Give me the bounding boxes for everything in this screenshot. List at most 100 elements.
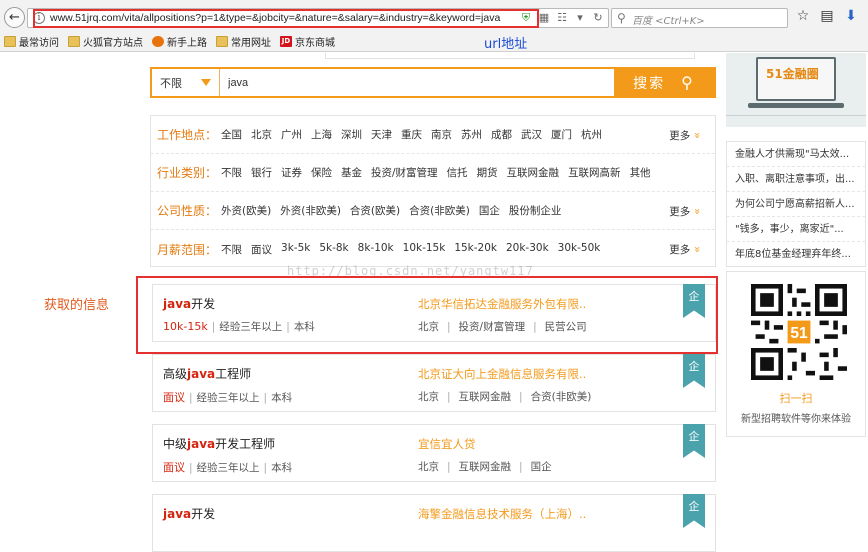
- reload-icon[interactable]: ↻: [592, 12, 604, 24]
- job-card[interactable]: 高级java工程师 面议 | 经验三年以上 | 本科 北京证大向上金融信息服务有限.. 北京 |…: [152, 354, 716, 412]
- filter-option[interactable]: 10k-15k: [403, 242, 446, 257]
- job-search-bar: 不限 搜索 ⚲: [150, 67, 716, 98]
- site-info-icon[interactable]: i: [33, 12, 45, 24]
- filter-option[interactable]: 面议: [251, 242, 272, 257]
- company-name[interactable]: 宜信宜人贷: [418, 436, 476, 452]
- download-icon[interactable]: ⬇: [844, 8, 858, 24]
- sidebar-ad[interactable]: 51金融圈: [726, 53, 866, 127]
- company-name[interactable]: 北京华信拓达金融服务外包有限..: [418, 296, 586, 312]
- filter-option[interactable]: 20k-30k: [506, 242, 549, 257]
- reader-view-icon[interactable]: ☷: [556, 12, 568, 24]
- filter-option[interactable]: 8k-10k: [358, 242, 394, 257]
- filter-option[interactable]: 厦门: [551, 127, 572, 142]
- search-type-select[interactable]: 不限: [152, 69, 220, 96]
- separator: |: [189, 462, 193, 474]
- filter-option[interactable]: 不限: [221, 165, 242, 180]
- back-button[interactable]: ←: [4, 7, 25, 28]
- dropdown-icon[interactable]: ▾: [574, 12, 586, 24]
- bookmark-star-icon[interactable]: ☆: [796, 8, 810, 24]
- folder-icon: [4, 36, 16, 47]
- filter-option[interactable]: 其他: [630, 165, 651, 180]
- bookmark-jd[interactable]: JD 京东商城: [280, 34, 335, 49]
- shield-icon[interactable]: ⛨: [520, 12, 532, 24]
- filter-option[interactable]: 投资/财富管理: [371, 165, 438, 180]
- job-card[interactable]: java开发 海擎金融信息技术服务（上海）.. 企: [152, 494, 716, 552]
- filter-option[interactable]: 南京: [431, 127, 452, 142]
- filter-option[interactable]: 杭州: [581, 127, 602, 142]
- job-card[interactable]: 中级java开发工程师 面议 | 经验三年以上 | 本科 宜信宜人贷 北京 | 互联网金融 | 国企企: [152, 424, 716, 482]
- salary: 面议: [163, 391, 185, 404]
- job-title[interactable]: 中级java开发工程师: [163, 435, 275, 452]
- company-name[interactable]: 北京证大向上金融信息服务有限..: [418, 366, 586, 382]
- filter-option[interactable]: 30k-50k: [558, 242, 601, 257]
- filter-option[interactable]: 上海: [311, 127, 332, 142]
- keyword-input[interactable]: [220, 69, 614, 96]
- filter-option[interactable]: 保险: [311, 165, 332, 180]
- filter-option[interactable]: 深圳: [341, 127, 362, 142]
- clipboard-icon[interactable]: ▤: [820, 8, 834, 24]
- news-item[interactable]: "钱多，事少，离家近"...: [727, 217, 865, 242]
- url-bar[interactable]: i www.51jrq.com/vita/allpositions?p=1&ty…: [27, 8, 609, 28]
- browser-search-bar[interactable]: ⚲ 百度 <Ctrl+K>: [611, 8, 788, 28]
- news-item[interactable]: 为何公司宁愿高薪招新人...: [727, 192, 865, 217]
- filter-option[interactable]: 银行: [251, 165, 272, 180]
- svg-text:51: 51: [790, 325, 808, 342]
- filter-option[interactable]: 国企: [479, 203, 500, 218]
- filter-option[interactable]: 证券: [281, 165, 302, 180]
- search-icon: ⚲: [617, 11, 626, 25]
- filter-option[interactable]: 苏州: [461, 127, 482, 142]
- filter-option[interactable]: 外资(非欧美): [280, 203, 341, 218]
- watermark: http://blog.csdn.net/yangtw117: [287, 264, 534, 278]
- more-button[interactable]: 更多»: [669, 242, 704, 257]
- qr-code-icon[interactable]: ▦: [538, 12, 550, 24]
- filter-option[interactable]: 互联网金融: [507, 165, 560, 180]
- bookmark-most-visited[interactable]: 最常访问: [4, 34, 59, 49]
- qr-code-image: 51: [751, 284, 847, 380]
- job-card[interactable]: java开发 10k-15k | 经验三年以上 | 本科 北京华信拓达金融服务外包有限.. 北…: [152, 284, 716, 342]
- filter-option[interactable]: 全国: [221, 127, 242, 142]
- filter-option[interactable]: 股份制企业: [509, 203, 562, 218]
- job-title[interactable]: java开发: [163, 295, 215, 312]
- industry: 互联网金融: [458, 391, 512, 403]
- filter-option[interactable]: 天津: [371, 127, 392, 142]
- filter-option[interactable]: 外资(欧美): [221, 203, 271, 218]
- more-button[interactable]: 更多»: [669, 128, 704, 143]
- filter-option[interactable]: 互联网高新: [568, 165, 621, 180]
- more-button[interactable]: 更多»: [669, 204, 704, 219]
- url-text[interactable]: www.51jrq.com/vita/allpositions?p=1&type…: [50, 12, 500, 24]
- filter-option[interactable]: 成都: [491, 127, 512, 142]
- industry: 投资/财富管理: [458, 321, 526, 333]
- filter-option[interactable]: 基金: [341, 165, 362, 180]
- filter-option[interactable]: 合资(非欧美): [409, 203, 470, 218]
- bookmark-firefox-site[interactable]: 火狐官方站点: [68, 34, 143, 49]
- filter-option[interactable]: 不限: [221, 242, 242, 257]
- job-title[interactable]: 高级java工程师: [163, 365, 251, 382]
- separator: |: [533, 321, 537, 333]
- search-button[interactable]: 搜索 ⚲: [614, 69, 714, 96]
- bookmark-getting-started[interactable]: 新手上路: [152, 34, 207, 49]
- company-name[interactable]: 海擎金融信息技术服务（上海）..: [418, 506, 586, 522]
- page-content: 不限 搜索 ⚲ 工作地点： 全国北京广州上海深圳天津重庆南京苏州成都武汉厦门杭州…: [0, 53, 868, 552]
- separator: |: [189, 392, 193, 404]
- browser-chrome: ← i www.51jrq.com/vita/allpositions?p=1&…: [0, 0, 868, 52]
- filter-option[interactable]: 北京: [251, 127, 272, 142]
- news-item[interactable]: 金融人才供需现"马太效...: [727, 142, 865, 167]
- filter-option[interactable]: 5k-8k: [319, 242, 348, 257]
- filter-option[interactable]: 信托: [447, 165, 468, 180]
- job-title[interactable]: java开发: [163, 505, 215, 522]
- filter-option[interactable]: 广州: [281, 127, 302, 142]
- filter-option[interactable]: 3k-5k: [281, 242, 310, 257]
- city: 北京: [418, 391, 439, 403]
- news-item[interactable]: 年底8位基金经理弃年终...: [727, 242, 865, 267]
- folder-icon: [216, 36, 228, 47]
- filter-option[interactable]: 15k-20k: [454, 242, 497, 257]
- filter-option[interactable]: 合资(欧美): [350, 203, 400, 218]
- filter-row-location: 工作地点： 全国 北京 广州 上海 深圳 天津 重庆 南京 苏州 成都 武汉 厦门 杭州 更多»: [151, 116, 715, 154]
- filter-option[interactable]: 期货: [477, 165, 498, 180]
- filter-option[interactable]: 重庆: [401, 127, 422, 142]
- filter-option[interactable]: 武汉: [521, 127, 542, 142]
- bookmark-common-sites[interactable]: 常用网址: [216, 34, 271, 49]
- keyword-highlight: java: [163, 297, 192, 311]
- firefox-icon: [152, 36, 164, 47]
- news-item[interactable]: 入职、离职注意事项，出...: [727, 167, 865, 192]
